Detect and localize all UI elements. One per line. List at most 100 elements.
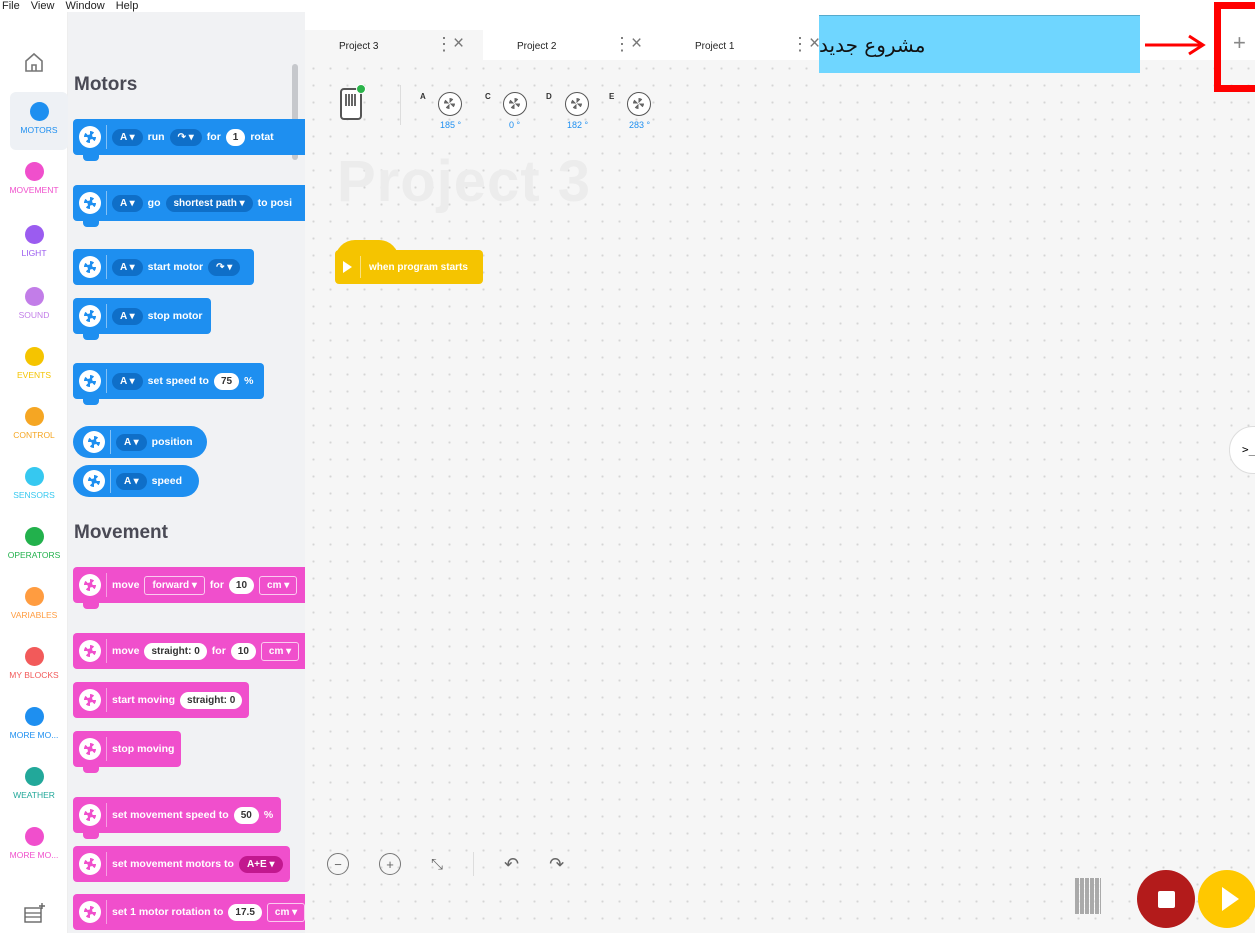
path-label: shortest path (173, 197, 237, 209)
block-set-movement-motors[interactable]: set movement motors to A+E ▾ (73, 846, 290, 882)
value-input[interactable]: 50 (233, 806, 259, 824)
motor-angle: 0 ° (509, 120, 521, 130)
category-label: VARIABLES (10, 610, 58, 620)
port-dropdown[interactable]: A ▾ (112, 372, 143, 390)
block-text: speed (151, 475, 183, 487)
block-motor-position[interactable]: A ▾ position (73, 426, 207, 458)
category-movement[interactable]: MOVEMENT (0, 162, 68, 195)
movement-icon (79, 738, 101, 760)
motor-icon[interactable] (438, 92, 462, 116)
path-dropdown[interactable]: shortest path ▾ (165, 194, 253, 212)
block-run-motor[interactable]: A ▾ run ↷ ▾ for 1 rotat (73, 119, 305, 161)
menu-file[interactable]: File (2, 0, 20, 12)
close-icon[interactable]: × (453, 33, 464, 55)
block-when-program-starts[interactable]: when program starts (335, 240, 483, 284)
movement-icon (79, 901, 101, 923)
unit-dropdown[interactable]: cm ▾ (259, 575, 298, 595)
port-dropdown[interactable]: A ▾ (116, 433, 147, 451)
block-text: set movement speed to (112, 809, 229, 821)
block-go-to-position[interactable]: A ▾ go shortest path ▾ to posi (73, 185, 305, 227)
category-more-mo[interactable]: MORE MO... (0, 707, 68, 740)
menu-view[interactable]: View (31, 0, 55, 12)
home-icon[interactable] (22, 50, 46, 74)
tab-menu-icon[interactable]: ⋮ (613, 34, 631, 55)
category-label: LIGHT (21, 248, 47, 258)
category-control[interactable]: CONTROL (0, 407, 68, 440)
block-stop-moving[interactable]: stop moving (73, 731, 181, 773)
unit-dropdown[interactable]: cm ▾ (266, 902, 305, 922)
programming-canvas[interactable]: A 185 ° C 0 ° D 182 ° E 283 ° Project 3 … (305, 60, 1255, 933)
connection-status-icon (356, 84, 366, 94)
category-label: MORE MO... (9, 850, 59, 860)
block-text: go (147, 197, 161, 209)
category-variables[interactable]: VARIABLES (0, 587, 68, 620)
unit-dropdown[interactable]: cm ▾ (260, 641, 300, 661)
category-events[interactable]: EVENTS (0, 347, 68, 380)
tab-project-2[interactable]: Project 2 ⋮ × (483, 30, 661, 60)
direction-dropdown[interactable]: ↷ ▾ (169, 128, 202, 146)
run-button[interactable] (1198, 870, 1255, 928)
stop-button[interactable] (1137, 870, 1195, 928)
steering-input[interactable]: straight: 0 (144, 642, 207, 660)
block-set-speed[interactable]: A ▾ set speed to 75 % (73, 363, 264, 405)
menu-help[interactable]: Help (116, 0, 139, 12)
light-matrix-icon[interactable] (1075, 878, 1101, 914)
category-sensors[interactable]: SENSORS (0, 467, 68, 500)
unit-label: cm (268, 645, 284, 657)
hub-icon[interactable] (340, 84, 366, 120)
close-icon[interactable]: × (631, 33, 642, 55)
console-toggle-icon[interactable]: >_ (1229, 426, 1255, 474)
annotation-arrow-icon (1145, 34, 1206, 56)
motors-dropdown[interactable]: A+E ▾ (238, 855, 283, 873)
tab-menu-icon[interactable]: ⋮ (791, 34, 809, 55)
tab-project-1[interactable]: Project 1 ⋮ × (661, 30, 821, 60)
block-move-straight[interactable]: move straight: 0 for 10 cm ▾ (73, 633, 305, 669)
category-weather[interactable]: WEATHER (0, 767, 68, 800)
menu-window[interactable]: Window (66, 0, 105, 12)
port-dropdown[interactable]: A ▾ (112, 194, 143, 212)
block-palette: Motors A ▾ run ↷ ▾ for 1 rotat A ▾ go sh… (68, 12, 305, 933)
value-input[interactable]: 17.5 (228, 903, 262, 921)
port-label: E (609, 92, 615, 101)
tab-menu-icon[interactable]: ⋮ (435, 34, 453, 55)
category-dot-icon (24, 162, 44, 181)
value-input[interactable]: 1 (225, 128, 246, 146)
block-text: for (209, 579, 224, 591)
category-my-blocks[interactable]: MY BLOCKS (0, 647, 68, 680)
direction-dropdown[interactable]: ↷ ▾ (208, 258, 241, 276)
block-text: run (147, 131, 165, 143)
block-text: start motor (147, 261, 204, 273)
extensions-icon[interactable] (23, 902, 47, 924)
block-motor-speed[interactable]: A ▾ speed (73, 465, 199, 497)
value-input[interactable]: 10 (228, 576, 255, 594)
motor-icon[interactable] (627, 92, 651, 116)
port-dropdown[interactable]: A ▾ (112, 128, 143, 146)
category-more-mo[interactable]: MORE MO... (0, 827, 68, 860)
block-start-moving[interactable]: start moving straight: 0 (73, 682, 249, 718)
value-input[interactable]: 75 (213, 372, 240, 390)
value-input[interactable]: 10 (230, 642, 256, 660)
direction-dropdown[interactable]: forward ▾ (144, 575, 205, 595)
block-move-for[interactable]: move forward ▾ for 10 cm ▾ (73, 567, 305, 609)
zoom-in-icon[interactable]: + (379, 853, 401, 875)
block-start-motor[interactable]: A ▾ start motor ↷ ▾ (73, 249, 254, 285)
category-light[interactable]: LIGHT (0, 225, 68, 258)
undo-icon[interactable]: ↶ (504, 854, 519, 875)
category-operators[interactable]: OPERATORS (0, 527, 68, 560)
motor-icon[interactable] (565, 92, 589, 116)
category-motors[interactable]: MOTORS (10, 92, 68, 150)
port-dropdown[interactable]: A ▾ (116, 472, 147, 490)
block-set-motor-rotation[interactable]: set 1 motor rotation to 17.5 cm ▾ (73, 894, 305, 930)
block-set-movement-speed[interactable]: set movement speed to 50 % (73, 797, 281, 839)
block-stop-motor[interactable]: A ▾ stop motor (73, 298, 211, 340)
steering-input[interactable]: straight: 0 (180, 691, 243, 709)
motor-icon[interactable] (503, 92, 527, 116)
category-sound[interactable]: SOUND (0, 287, 68, 320)
block-notch (83, 399, 99, 405)
port-dropdown[interactable]: A ▾ (112, 307, 143, 325)
redo-icon[interactable]: ↷ (549, 854, 564, 875)
tab-project-3[interactable]: Project 3 ⋮ × (305, 30, 483, 60)
recenter-icon[interactable]: ⤡ (431, 856, 443, 873)
port-dropdown[interactable]: A ▾ (112, 258, 143, 276)
zoom-out-icon[interactable]: − (327, 853, 349, 875)
